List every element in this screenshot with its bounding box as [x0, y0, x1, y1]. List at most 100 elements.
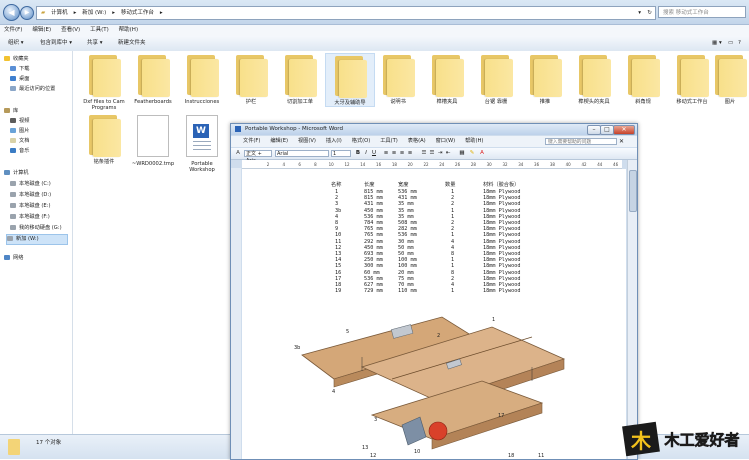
- view-options-icon[interactable]: ▦ ▾: [712, 36, 722, 51]
- nav-network[interactable]: 网络: [4, 254, 23, 263]
- font-size-select[interactable]: 1: [331, 150, 351, 157]
- nav-item-documents[interactable]: 文档: [10, 137, 29, 146]
- folder-item[interactable]: 台锯 靠栅: [472, 53, 520, 105]
- word-menu-insert[interactable]: 插入(I): [326, 136, 342, 147]
- align-center-icon[interactable]: ≡: [391, 150, 397, 157]
- word-document-icon: W: [186, 115, 218, 157]
- bullets-icon[interactable]: ☰: [429, 150, 435, 157]
- minimize-button[interactable]: –: [587, 125, 601, 135]
- breadcrumb-drive[interactable]: 新加 (W:): [82, 7, 106, 19]
- bold-button[interactable]: B: [355, 150, 361, 157]
- folder-item[interactable]: 大牙及辅助导: [325, 53, 375, 107]
- folder-item[interactable]: 护栏: [227, 53, 275, 105]
- font-color-icon[interactable]: A: [479, 150, 485, 157]
- numbering-icon[interactable]: ☰: [421, 150, 427, 157]
- forward-button[interactable]: ▶: [20, 6, 34, 20]
- preview-pane-icon[interactable]: ▭: [728, 36, 733, 51]
- nav-item-recent[interactable]: 最近访问的位置: [10, 85, 55, 94]
- file-item[interactable]: ~WRD0002.tmp: [129, 113, 177, 167]
- folder-item[interactable]: 图片: [713, 53, 747, 105]
- outdent-icon[interactable]: ⇤: [445, 150, 451, 157]
- italic-button[interactable]: I: [363, 150, 369, 157]
- underline-button[interactable]: U: [371, 150, 377, 157]
- folder-item[interactable]: Dxf files to Cam Programs: [80, 53, 128, 111]
- menu-file[interactable]: 文件(F): [4, 25, 22, 36]
- folder-item[interactable]: 推推: [521, 53, 569, 105]
- folder-item[interactable]: Featherboards: [129, 53, 177, 105]
- maximize-button[interactable]: □: [600, 125, 614, 135]
- dropdown-icon[interactable]: ▾: [638, 7, 641, 19]
- search-input[interactable]: 搜索 移动式工作台: [658, 6, 746, 18]
- nav-item-pictures[interactable]: 图片: [10, 127, 29, 136]
- close-button[interactable]: ✕: [613, 125, 635, 135]
- nav-item-videos[interactable]: 视频: [10, 117, 29, 126]
- nav-computer[interactable]: 计算机: [4, 169, 29, 178]
- word-menu-table[interactable]: 表格(A): [408, 136, 426, 147]
- nav-item-downloads[interactable]: 下载: [10, 65, 29, 74]
- breadcrumb-sep: ▸: [112, 10, 115, 16]
- document-page[interactable]: 名称 长度 宽度 数量 材料（胶合板） 1 815 mm 536 mm 1 18mm P…: [242, 169, 626, 459]
- folder-item[interactable]: 切割加工单: [276, 53, 324, 105]
- nav-drive-w[interactable]: 新加 (W:): [6, 234, 68, 245]
- border-icon[interactable]: ▦: [459, 150, 465, 157]
- menu-help[interactable]: 帮助(H): [119, 25, 138, 36]
- folder-icon: [713, 53, 747, 97]
- style-select[interactable]: 正文 + Aria: [244, 150, 272, 164]
- font-select[interactable]: Arial: [275, 150, 329, 157]
- help-icon[interactable]: ?: [738, 36, 741, 51]
- menu-tools[interactable]: 工具(T): [90, 25, 109, 36]
- folder-item[interactable]: Instrucciones: [178, 53, 226, 105]
- nav-drive-d[interactable]: 本地磁盘 (D:): [10, 191, 51, 200]
- vertical-scrollbar[interactable]: [627, 160, 637, 459]
- breadcrumb-computer[interactable]: 计算机: [51, 7, 68, 19]
- back-button[interactable]: ◀: [3, 4, 20, 21]
- nav-drive-c[interactable]: 本地磁盘 (C:): [10, 180, 51, 189]
- align-right-icon[interactable]: ≡: [399, 150, 405, 157]
- refresh-icon[interactable]: ↻: [647, 7, 652, 19]
- justify-icon[interactable]: ≡: [407, 150, 413, 157]
- word-menu-window[interactable]: 窗口(W): [436, 136, 456, 147]
- callout-label: 2: [437, 333, 440, 339]
- doc-close-icon[interactable]: ✕: [619, 137, 624, 146]
- nav-item-music[interactable]: 音乐: [10, 147, 29, 156]
- music-icon: [10, 148, 16, 153]
- word-menu-view[interactable]: 视图(V): [298, 136, 316, 147]
- file-item[interactable]: W Portable Workshop: [178, 113, 226, 173]
- nav-drive-g[interactable]: 我的移动硬盘 (G:): [10, 224, 62, 233]
- share-button[interactable]: 共享 ▾: [87, 36, 103, 51]
- breadcrumb-folder[interactable]: 移动式工作台: [121, 7, 154, 19]
- organize-button[interactable]: 组织 ▾: [8, 36, 24, 51]
- folder-item[interactable]: 榫槽夹具: [423, 53, 471, 105]
- folder-item[interactable]: 斜角规: [619, 53, 667, 105]
- table-cell: 1: [451, 288, 455, 295]
- address-field[interactable]: ▰ 计算机 ▸ 新加 (W:) ▸ 移动式工作台 ▸ ▾ ↻: [36, 6, 656, 20]
- folder-item[interactable]: 移动式工作台: [668, 53, 716, 105]
- folder-item[interactable]: 榫楔头的夹具: [570, 53, 618, 105]
- menu-view[interactable]: 查看(V): [61, 25, 80, 36]
- menu-edit[interactable]: 编辑(E): [32, 25, 51, 36]
- nav-libraries[interactable]: 库: [4, 107, 18, 116]
- indent-icon[interactable]: ⇥: [437, 150, 443, 157]
- nav-item-desktop[interactable]: 桌面: [10, 75, 29, 84]
- include-library-button[interactable]: 包含到库中 ▾: [40, 36, 72, 51]
- word-menu-tools[interactable]: 工具(T): [380, 136, 398, 147]
- align-left-icon[interactable]: ≡: [383, 150, 389, 157]
- word-menu-edit[interactable]: 编辑(E): [270, 136, 288, 147]
- word-menu-format[interactable]: 格式(O): [352, 136, 371, 147]
- new-folder-button[interactable]: 新建文件夹: [118, 36, 146, 51]
- folder-item[interactable]: 铭条插件: [80, 113, 128, 165]
- word-format-toolbar: A 正文 + Aria Arial 1 B I U ≡ ≡ ≡ ≡ ☰ ☰ ⇥ …: [231, 148, 637, 164]
- word-menu-help[interactable]: 帮助(H): [465, 136, 483, 147]
- word-menu-file[interactable]: 文件(F): [243, 136, 260, 147]
- callout-label: 3b: [294, 345, 300, 351]
- nav-favorites[interactable]: 收藏夹: [4, 55, 29, 64]
- scroll-thumb[interactable]: [629, 170, 637, 212]
- styles-icon[interactable]: A: [235, 150, 241, 157]
- nav-drive-e[interactable]: 本地磁盘 (E:): [10, 202, 50, 211]
- folder-item[interactable]: 说明书: [374, 53, 422, 105]
- word-help-input[interactable]: 键入需要帮助的问题: [545, 138, 617, 145]
- highlight-icon[interactable]: ✎: [469, 150, 475, 157]
- nav-drive-f[interactable]: 本地磁盘 (F:): [10, 213, 50, 222]
- ruler-mark: 26: [455, 162, 461, 167]
- item-count: 17 个对象: [36, 440, 62, 446]
